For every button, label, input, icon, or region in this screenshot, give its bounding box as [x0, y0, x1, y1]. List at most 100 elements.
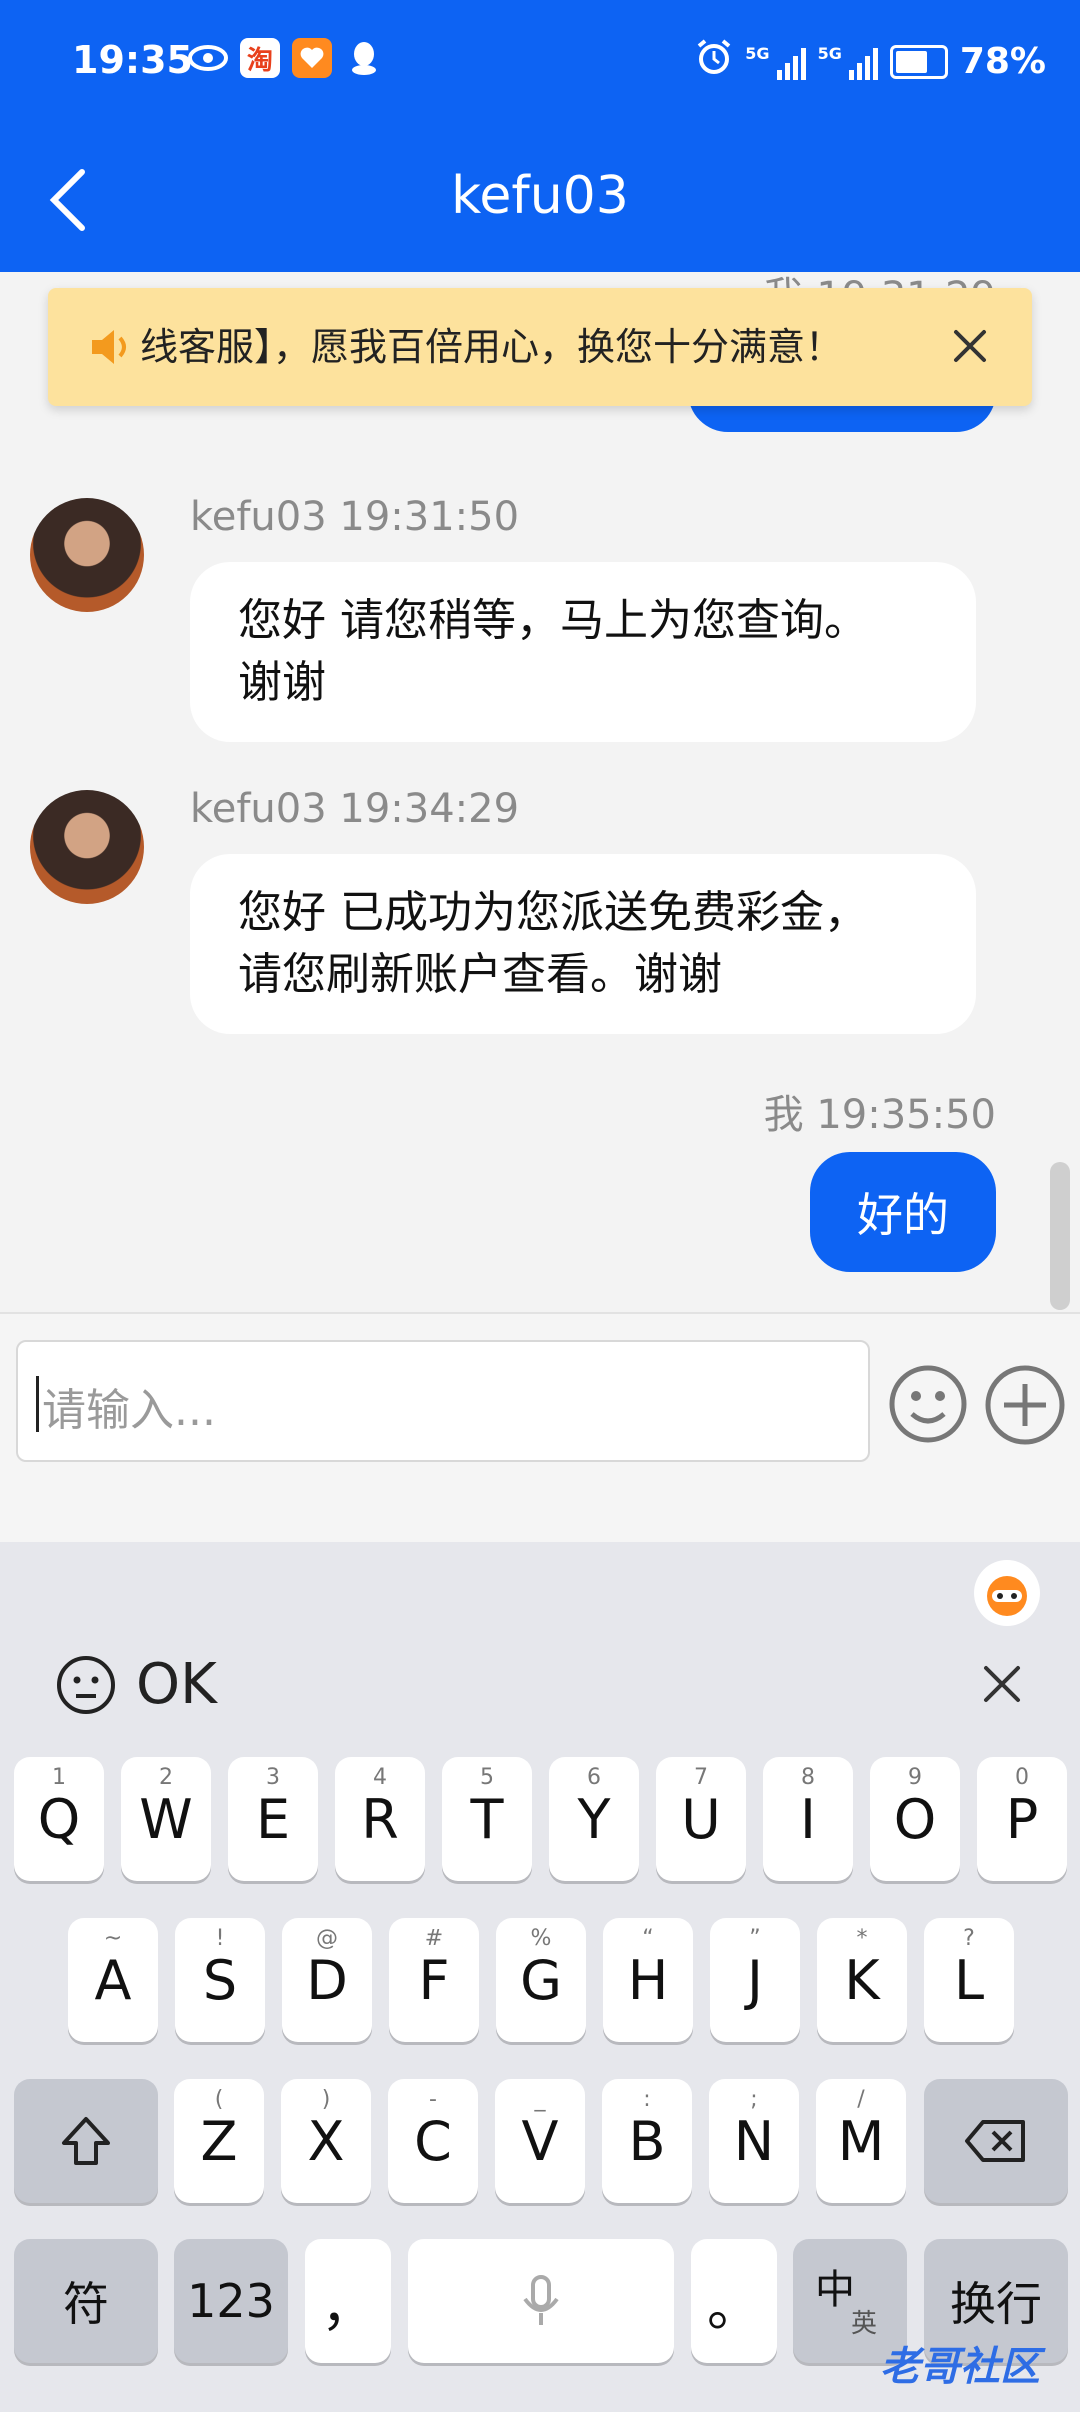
shift-key[interactable] — [14, 2079, 158, 2203]
key-sub-label: ( — [214, 2087, 224, 2112]
signal-icon-1: 5G — [745, 44, 806, 80]
key-z[interactable]: (Z — [174, 2079, 264, 2203]
key-a[interactable]: ~ A — [68, 1918, 158, 2042]
key-sub-label: ? — [963, 1926, 975, 1951]
signal-icon-2: 5G — [818, 44, 878, 80]
key-m[interactable]: / M — [816, 2079, 906, 2203]
avatar[interactable] — [30, 790, 144, 904]
message-text-line: 您好 请您稍等，马上为您查询。 — [238, 595, 868, 646]
backspace-icon — [965, 2120, 1025, 2162]
key-label: C — [414, 2109, 452, 2173]
key-label: J — [747, 1948, 763, 2012]
notice-banner: 线客服】，愿我百倍用心，换您十分满意！ — [48, 288, 1032, 406]
notice-text: 线客服】，愿我百倍用心，换您十分满意！ — [140, 325, 844, 369]
key-n[interactable]: ; N — [709, 2079, 799, 2203]
comma-key[interactable]: ， — [305, 2239, 391, 2363]
backspace-key[interactable] — [924, 2079, 1068, 2203]
key-sub-label: 3 — [266, 1765, 280, 1790]
text-cursor — [36, 1376, 39, 1432]
close-icon[interactable] — [976, 1658, 1028, 1710]
key-b[interactable]: :B — [602, 2079, 692, 2203]
key-label: X — [307, 2109, 345, 2173]
symbol-key[interactable]: 符 — [14, 2239, 158, 2363]
key-sub-label: / — [857, 2087, 865, 2112]
key-f[interactable]: # F — [389, 1918, 479, 2042]
key-i[interactable]: 8I — [763, 1757, 853, 1881]
period-key[interactable]: 。 — [691, 2239, 777, 2363]
message-text-line: 谢谢 — [238, 657, 326, 708]
key-l[interactable]: ? L — [924, 1918, 1014, 2042]
key-label: S — [202, 1948, 238, 2012]
plus-button[interactable] — [984, 1364, 1066, 1446]
keyboard: OK 1Q2W3E4R5T6Y7U8I9O0P ~ A! S @ D # F% G “H” J * K… — [0, 1542, 1080, 2412]
space-key[interactable] — [408, 2239, 674, 2363]
key-label: Z — [200, 2109, 238, 2173]
key-p[interactable]: 0P — [977, 1757, 1067, 1881]
key-sub-label: 6 — [587, 1765, 601, 1790]
key-sub-label: “ — [642, 1926, 654, 1951]
key-label: U — [681, 1787, 721, 1851]
key-label: G — [520, 1948, 562, 2012]
status-bar: 19:35 淘 5G 5G 78% — [0, 0, 1080, 126]
key-label: R — [361, 1787, 399, 1851]
number-key[interactable]: 123 — [174, 2239, 288, 2363]
key-label: N — [733, 2109, 775, 2173]
key-v[interactable]: _ V — [495, 2079, 585, 2203]
page-title: kefu03 — [451, 166, 629, 226]
chat-list[interactable]: 我 19:31:29 kefu03 19:31:50 您好 请您稍等，马上为您查… — [0, 272, 1080, 1312]
key-label: E — [255, 1787, 291, 1851]
eye-icon — [188, 38, 228, 78]
key-sub-label: 4 — [373, 1765, 387, 1790]
shift-icon — [62, 2117, 110, 2165]
chat-header: kefu03 — [0, 126, 1080, 272]
key-sub-label: 1 — [52, 1765, 66, 1790]
key-label: H — [627, 1948, 669, 2012]
language-key-sub: 英 — [851, 2309, 878, 2339]
key-sub-label: @ — [316, 1926, 338, 1951]
key-q[interactable]: 1Q — [14, 1757, 104, 1881]
key-g[interactable]: % G — [496, 1918, 586, 2042]
key-label: P — [1005, 1787, 1039, 1851]
message-bubble-incoming[interactable]: 您好 请您稍等，马上为您查询。 谢谢 — [190, 562, 976, 742]
keyboard-mascot-icon[interactable] — [974, 1560, 1040, 1626]
key-x[interactable]: ) X — [281, 2079, 371, 2203]
key-u[interactable]: 7U — [656, 1757, 746, 1881]
key-t[interactable]: 5T — [442, 1757, 532, 1881]
key-w[interactable]: 2W — [121, 1757, 211, 1881]
avatar[interactable] — [30, 498, 144, 612]
message-input[interactable]: 请输入... — [16, 1340, 870, 1462]
message-meta: kefu03 19:34:29 — [190, 786, 520, 832]
notification-icons: 淘 — [188, 38, 384, 78]
key-label: F — [418, 1948, 450, 2012]
key-e[interactable]: 3E — [228, 1757, 318, 1881]
key-label: W — [139, 1787, 193, 1851]
suggestion-bar[interactable]: OK — [56, 1652, 217, 1717]
key-sub-label: ~ — [103, 1926, 123, 1951]
qq-icon — [344, 38, 384, 78]
key-d[interactable]: @ D — [282, 1918, 372, 2042]
key-sub-label: ! — [215, 1926, 225, 1951]
alarm-icon — [695, 38, 733, 85]
battery-percent: 78% — [959, 41, 1046, 82]
message-bubble-outgoing[interactable]: 好的 — [810, 1152, 996, 1272]
key-label: A — [94, 1948, 132, 2012]
emoji-button[interactable] — [888, 1364, 968, 1444]
key-sub-label: : — [643, 2087, 651, 2112]
key-j[interactable]: ” J — [710, 1918, 800, 2042]
key-h[interactable]: “H — [603, 1918, 693, 2042]
key-o[interactable]: 9O — [870, 1757, 960, 1881]
message-bubble-incoming[interactable]: 您好 已成功为您派送免费彩金， 请您刷新账户查看。谢谢 — [190, 854, 976, 1034]
key-s[interactable]: ! S — [175, 1918, 265, 2042]
key-sub-label: 8 — [801, 1765, 815, 1790]
key-label: M — [837, 2109, 885, 2173]
key-y[interactable]: 6Y — [549, 1757, 639, 1881]
key-r[interactable]: 4R — [335, 1757, 425, 1881]
key-c[interactable]: -C — [388, 2079, 478, 2203]
key-sub-label: 7 — [694, 1765, 708, 1790]
notice-close-button[interactable] — [942, 318, 998, 374]
scrollbar-thumb[interactable] — [1050, 1162, 1070, 1310]
key-k[interactable]: * K — [817, 1918, 907, 2042]
key-label: K — [844, 1948, 880, 2012]
key-sub-label: 5 — [480, 1765, 494, 1790]
watermark-logo: 老哥社区 — [880, 2344, 1040, 2390]
